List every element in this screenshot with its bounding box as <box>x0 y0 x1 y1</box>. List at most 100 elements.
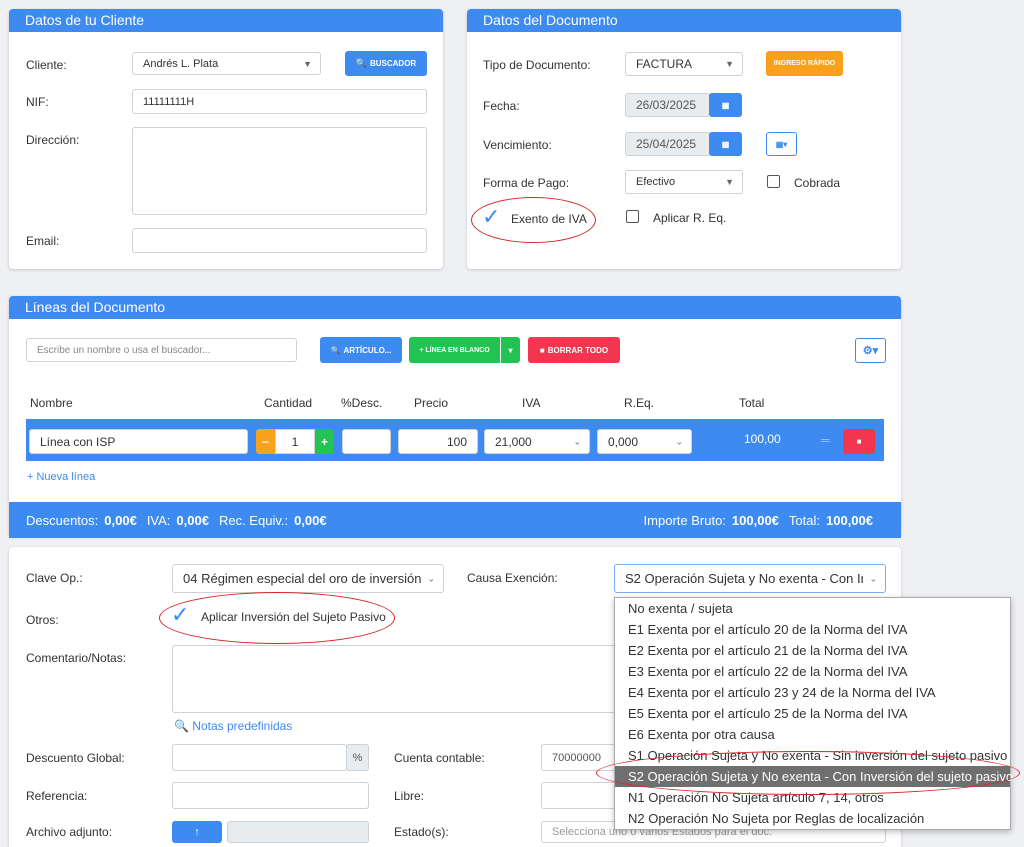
dropdown-option[interactable]: No exenta / sujeta <box>615 598 1010 619</box>
ingreso-rapido-label: INGRESO RÁPIDO <box>773 60 836 67</box>
gear-icon: ⚙▾ <box>862 345 879 357</box>
tipo-value: FACTURA <box>636 57 693 71</box>
fecha-input[interactable]: 26/03/2025 <box>625 93 710 117</box>
linea-blanco-label: + LÍNEA EN BLANCO <box>419 346 490 354</box>
cobrada-checkbox[interactable] <box>767 175 780 188</box>
buscador-button[interactable]: 🔍 BUSCADOR <box>345 51 427 76</box>
archivo-filename-input <box>227 821 369 843</box>
rec-value: 0,00€ <box>294 512 327 528</box>
referencia-input[interactable] <box>172 782 369 809</box>
aplicar-req-checkbox[interactable] <box>626 210 639 223</box>
totals-bar: Descuentos: 0,00€ IVA: 0,00€ Rec. Equiv.: 0… <box>9 502 901 538</box>
col-nombre: Nombre <box>30 396 73 410</box>
comentario-textarea[interactable] <box>172 645 632 713</box>
vencimiento-value: 25/04/2025 <box>636 137 697 151</box>
forma-pago-label: Forma de Pago: <box>483 176 570 190</box>
linea-blanco-button[interactable]: + LÍNEA EN BLANCO <box>409 337 500 363</box>
row-req-value: 0,000 <box>608 434 639 449</box>
dropdown-option[interactable]: E6 Exenta por otra causa <box>615 724 1010 745</box>
vencimiento-calendar-button[interactable]: ▦ <box>709 132 742 156</box>
nif-input[interactable]: 11111111H <box>132 89 427 114</box>
forma-pago-select[interactable]: Efectivo ▼ <box>625 170 743 194</box>
qty-input[interactable]: 1 <box>275 429 315 454</box>
document-card-title: Datos del Documento <box>467 9 901 32</box>
dropdown-option[interactable]: E4 Exenta por el artículo 23 y 24 de la … <box>615 682 1010 703</box>
vencimiento-options-button[interactable]: ▦▾ <box>766 132 797 156</box>
qty-value: 1 <box>291 434 299 449</box>
causa-exencion-dropdown: No exenta / sujeta E1 Exenta por el artíc… <box>614 597 1013 830</box>
articulo-button[interactable]: 🔍 ARTÍCULO... <box>320 337 402 363</box>
row-iva-select[interactable]: 21,000 ⌄ <box>484 429 590 454</box>
tipo-label: Tipo de Documento: <box>483 58 591 72</box>
qty-decrement-button[interactable]: − <box>256 429 275 454</box>
dropdown-option[interactable]: E2 Exenta por el artículo 21 de la Norma… <box>615 640 1010 661</box>
bruto-value: 100,00€ <box>731 512 779 528</box>
qty-increment-button[interactable]: + <box>315 429 334 454</box>
row-descuento-input[interactable] <box>342 429 391 454</box>
upload-button[interactable]: ↑ <box>172 821 222 843</box>
col-iva: IVA <box>522 396 541 410</box>
aplicar-req-label: Aplicar R. Eq. <box>653 211 727 225</box>
isp-check-icon[interactable]: ✓ <box>171 604 189 626</box>
causa-exencion-value: S2 Operación Sujeta y No exenta - Con In… <box>625 571 863 586</box>
fecha-value: 26/03/2025 <box>636 98 697 112</box>
email-input[interactable] <box>132 228 427 253</box>
isp-label: Aplicar Inversión del Sujeto Pasivo <box>201 610 386 624</box>
referencia-label: Referencia: <box>26 789 88 803</box>
dropdown-option[interactable]: E1 Exenta por el artículo 20 de la Norma… <box>615 619 1010 640</box>
total-value: 100,00€ <box>826 512 873 528</box>
cuenta-contable-label: Cuenta contable: <box>394 751 485 765</box>
otros-label: Otros: <box>26 613 59 627</box>
row-delete-button[interactable]: ■ <box>843 429 875 454</box>
col-req: R.Eq. <box>624 396 655 410</box>
tipo-select[interactable]: FACTURA ▼ <box>625 52 743 76</box>
direccion-textarea[interactable] <box>132 127 427 215</box>
clave-op-select[interactable]: 04 Régimen especial del oro de inversión… <box>172 564 444 593</box>
line-search-input[interactable]: Escribe un nombre o usa el buscador... <box>26 338 297 362</box>
cliente-select[interactable]: Andrés L. Plata ▼ <box>132 52 321 75</box>
chevron-down-icon: ▼ <box>303 58 312 69</box>
bruto-label: Importe Bruto: <box>643 512 726 528</box>
vencimiento-input[interactable]: 25/04/2025 <box>625 132 710 156</box>
borrar-todo-button[interactable]: ■ BORRAR TODO <box>528 337 620 363</box>
notas-predefinidas-label: Notas predefinidas <box>192 719 293 733</box>
col-total: Total <box>739 396 765 410</box>
dropdown-option[interactable]: S2 Operación Sujeta y No exenta - Con In… <box>615 766 1013 787</box>
dropdown-option[interactable]: N2 Operación No Sujeta por Reglas de loc… <box>615 808 1010 829</box>
row-iva-value: 21,000 <box>495 434 532 449</box>
total-label: Total: <box>788 512 820 528</box>
nueva-linea-link[interactable]: + Nueva línea <box>27 471 95 483</box>
calendar-icon: ▦ <box>721 139 730 149</box>
chevron-down-icon: ⌄ <box>573 436 581 446</box>
causa-exencion-select[interactable]: S2 Operación Sujeta y No exenta - Con In… <box>614 564 886 593</box>
iva-label: IVA: <box>146 512 171 528</box>
search-icon: 🔍 <box>355 58 367 68</box>
line-settings-button[interactable]: ⚙▾ <box>855 338 886 363</box>
forma-pago-value: Efectivo <box>636 176 676 188</box>
upload-icon: ↑ <box>194 826 200 838</box>
cobrada-label: Cobrada <box>794 176 841 190</box>
nif-value: 11111111H <box>143 95 195 108</box>
row-precio-input[interactable]: 100 <box>398 429 478 454</box>
drag-handle-icon[interactable]: ═ <box>821 433 830 447</box>
dropdown-option[interactable]: E5 Exenta por el artículo 25 de la Norma… <box>615 703 1010 724</box>
vencimiento-label: Vencimiento: <box>483 138 552 152</box>
ingreso-rapido-button[interactable]: INGRESO RÁPIDO <box>766 51 843 76</box>
buscador-label: BUSCADOR <box>369 59 417 68</box>
notas-predefinidas-link[interactable]: 🔍 Notas predefinidas <box>174 719 292 733</box>
chevron-down-icon: ▾ <box>508 345 513 355</box>
dropdown-option[interactable]: E3 Exenta por el artículo 22 de la Norma… <box>615 661 1010 682</box>
row-req-select[interactable]: 0,000 ⌄ <box>597 429 692 454</box>
chevron-down-icon: ▼ <box>725 177 734 187</box>
chevron-down-icon: ⌄ <box>869 573 877 584</box>
linea-blanco-dropdown[interactable]: ▾ <box>501 337 520 363</box>
descuento-global-input[interactable] <box>172 744 347 771</box>
row-nombre-input[interactable]: Línea con ISP <box>29 429 248 454</box>
exento-iva-check-icon[interactable]: ✓ <box>482 206 500 228</box>
descuentos-label: Descuentos: <box>26 512 99 528</box>
fecha-calendar-button[interactable]: ▦ <box>709 93 742 117</box>
rec-label: Rec. Equiv.: <box>218 512 289 528</box>
dropdown-option[interactable]: N1 Operación No Sujeta artículo 7, 14, o… <box>615 787 1010 808</box>
calendar-dropdown-icon: ▦▾ <box>775 139 788 149</box>
dropdown-option[interactable]: S1 Operación Sujeta y No exenta - Sin in… <box>615 745 1010 766</box>
